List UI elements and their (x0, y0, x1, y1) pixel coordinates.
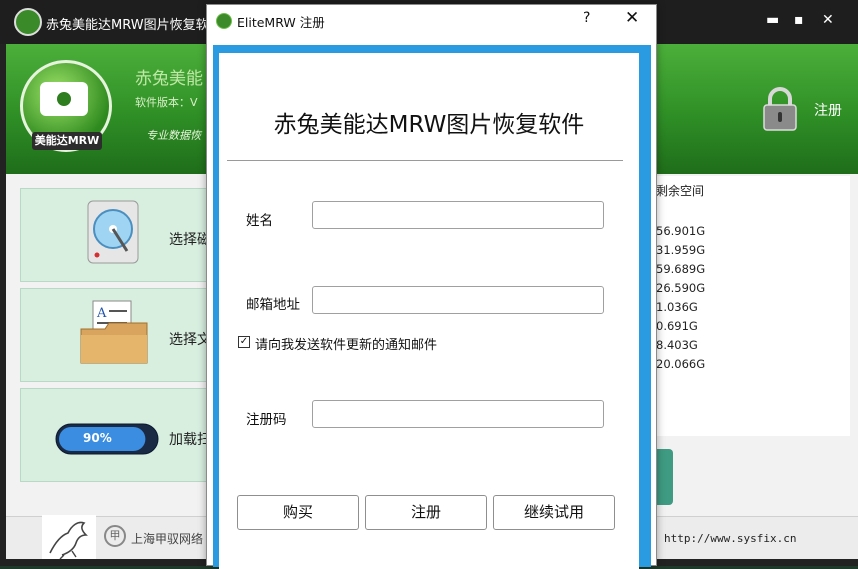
email-input[interactable] (312, 286, 604, 314)
email-label: 邮箱地址 (246, 297, 300, 313)
close-button[interactable]: ✕ (822, 12, 834, 28)
dialog-titlebar: EliteMRW 注册 ? ✕ (207, 5, 656, 37)
disk-icon (87, 200, 139, 264)
lock-icon[interactable] (760, 86, 800, 132)
name-input[interactable] (312, 201, 604, 229)
registration-dialog: EliteMRW 注册 ? ✕ 赤兔美能达MRW图片恢复软件 姓名 邮箱地址 ✓… (206, 4, 657, 569)
disk-free-value: 1.036G (656, 300, 698, 314)
option-label-disk: 选择磁 (169, 232, 211, 248)
minimize-button[interactable]: ▬ (766, 12, 779, 28)
progress-text: 90% (83, 431, 112, 445)
dialog-close-button[interactable]: ✕ (625, 8, 639, 28)
registration-code-input[interactable] (312, 400, 604, 428)
dialog-content: 赤兔美能达MRW图片恢复软件 姓名 邮箱地址 ✓ 请向我发送软件更新的通知邮件 … (219, 53, 639, 569)
disk-free-value: 31.959G (656, 243, 706, 257)
dialog-app-icon (216, 13, 232, 29)
divider (227, 160, 623, 161)
disk-free-value: 8.403G (656, 338, 698, 352)
option-load-scan[interactable]: 90% 加载扫 (20, 388, 220, 482)
notify-checkbox-label[interactable]: 请向我发送软件更新的通知邮件 (255, 334, 437, 353)
footer-url[interactable]: http://www.sysfix.cn (664, 532, 796, 545)
option-label-file: 选择文 (169, 332, 211, 348)
notify-checkbox[interactable]: ✓ (238, 336, 250, 348)
buy-button[interactable]: 购买 (237, 495, 359, 530)
dialog-title: EliteMRW 注册 (237, 15, 325, 30)
company-icon: 甲 (104, 525, 126, 547)
app-title: 赤兔美能达MRW图片恢复软件 (46, 18, 222, 33)
footer-company: 上海甲驭网络 (131, 532, 204, 546)
camera-icon (40, 82, 88, 116)
option-select-file[interactable]: A 选择文 (20, 288, 220, 382)
maximize-button[interactable]: ▪ (794, 12, 804, 28)
help-button[interactable]: ? (583, 10, 590, 26)
option-label-scan: 加载扫 (169, 432, 211, 448)
svg-text:A: A (96, 306, 107, 321)
next-button[interactable] (656, 449, 673, 505)
logo-label: 美能达MRW (32, 132, 102, 150)
disk-free-value: 56.901G (656, 224, 706, 238)
option-select-disk[interactable]: 选择磁 (20, 188, 220, 282)
header-app-name: 赤兔美能 (135, 69, 203, 89)
folder-icon: A (80, 300, 148, 364)
name-label: 姓名 (246, 213, 273, 229)
registration-code-label: 注册码 (246, 412, 287, 428)
disk-free-value: 0.691G (656, 319, 698, 333)
disk-free-value: 20.066G (656, 357, 706, 371)
continue-trial-button[interactable]: 继续试用 (493, 495, 615, 530)
horse-logo-icon (42, 515, 96, 559)
header-slogan: 专业数据恢 (146, 129, 201, 142)
register-link[interactable]: 注册 (814, 100, 842, 120)
app-logo-icon (14, 8, 42, 36)
header-version: 软件版本：V (135, 96, 198, 109)
disk-free-value: 59.689G (656, 262, 706, 276)
dialog-heading: 赤兔美能达MRW图片恢复软件 (273, 112, 585, 138)
disk-free-value: 26.590G (656, 281, 706, 295)
disk-column-header: 剩余空间 (656, 184, 705, 198)
register-button[interactable]: 注册 (365, 495, 487, 530)
